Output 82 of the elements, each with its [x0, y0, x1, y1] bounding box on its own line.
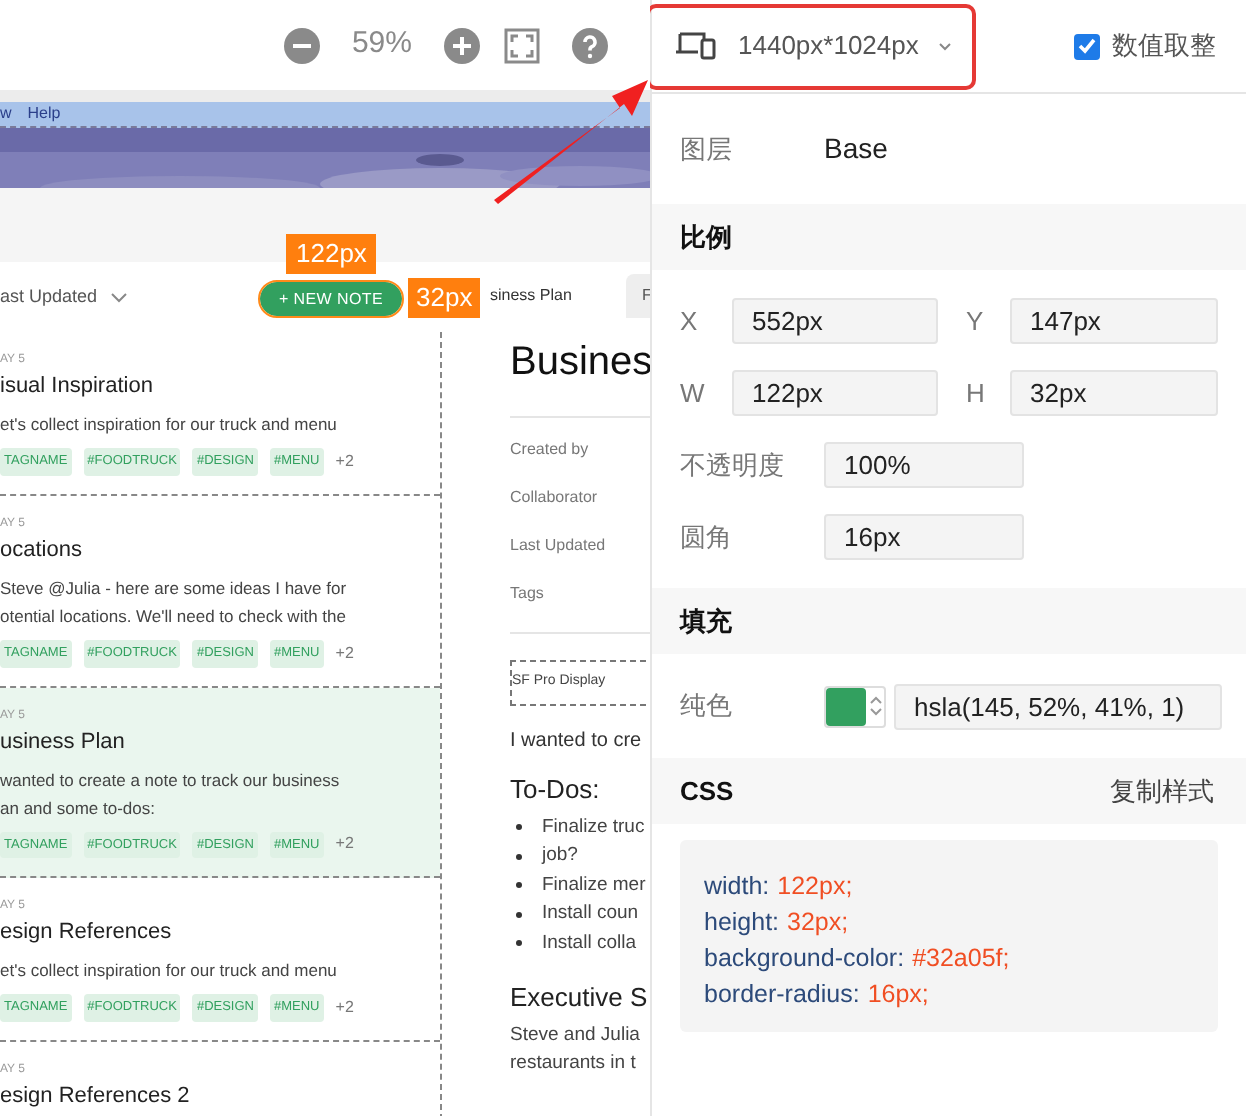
css-value: 16px;: [867, 978, 929, 1012]
bullet-icon: [516, 882, 522, 889]
css-value: 32px;: [787, 906, 849, 940]
more-tags-count: +2: [335, 996, 354, 1021]
section-title: 比例: [680, 219, 732, 256]
note-title: usiness Plan: [0, 727, 127, 757]
number-field[interactable]: 32px: [1010, 370, 1218, 416]
more-tags-count: +2: [335, 449, 354, 474]
help-icon[interactable]: [572, 27, 608, 63]
note-excerpt: et's collect inspiration for our truck and menu: [0, 958, 339, 985]
note-title: esign References 2: [0, 1082, 192, 1112]
field-label: H: [964, 375, 987, 412]
bullet-icon: [516, 940, 522, 947]
chevron-down-icon: [938, 41, 953, 51]
field-label: Created by: [510, 438, 591, 462]
css-property: background-color:: [704, 942, 905, 976]
number-field[interactable]: 122px: [732, 370, 938, 416]
css-value: #32a05f;: [912, 942, 1010, 976]
todo-item: Finalize truc: [542, 813, 645, 842]
todo-item: Install coun: [542, 900, 639, 929]
field-label: 纯色: [680, 688, 734, 725]
field-label: 圆角: [680, 519, 734, 556]
note-excerpt: an and some to-dos:: [0, 795, 157, 821]
chevron-down-icon[interactable]: [109, 291, 128, 303]
css-property: width:: [704, 870, 770, 904]
more-tags-count: +2: [335, 832, 354, 857]
todo-heading: To-Dos:: [510, 772, 602, 808]
note-excerpt: Steve @Julia - here are some ideas I have for: [0, 575, 349, 602]
field-label: Last Updated: [510, 534, 608, 558]
field-label: Collaborator: [510, 486, 600, 510]
menu-item[interactable]: w: [0, 102, 12, 126]
device-size-dropdown[interactable]: 1440px*1024px: [646, 3, 976, 89]
note-text: I wanted to cre: [510, 728, 644, 756]
color-picker[interactable]: [824, 685, 886, 727]
width-label: 122px: [286, 234, 377, 274]
menu-item[interactable]: Help: [27, 102, 61, 126]
field-label: 图层: [680, 131, 734, 168]
note-text: Steve and Julia: [510, 1021, 642, 1049]
zoom-level: 59%: [349, 24, 414, 65]
fullscreen-icon[interactable]: [504, 27, 540, 63]
field-label: 不透明度: [680, 447, 786, 484]
todo-item: Install colla: [542, 929, 636, 958]
more-tags-count: +2: [335, 641, 354, 666]
note-title: isual Inspiration: [0, 372, 155, 402]
todo-item: Finalize mer: [542, 871, 646, 900]
note-excerpt: et's collect inspiration for our truck and menu: [0, 412, 339, 438]
devices-icon: [674, 30, 718, 62]
section-title: CSS: [680, 773, 734, 810]
number-field[interactable]: 100%: [824, 442, 1024, 488]
section-heading: Executive S: [510, 980, 650, 1016]
note-text: restaurants in t: [510, 1049, 638, 1077]
css-value: 122px;: [777, 870, 853, 904]
section-title: 填充: [680, 603, 732, 640]
note-excerpt: otential locations. We'll need to check with the: [0, 603, 348, 630]
bullet-icon: [516, 853, 522, 860]
checkbox-label: 数值取整: [1112, 28, 1216, 65]
field-label: Y: [964, 303, 986, 340]
css-property: height:: [704, 906, 780, 940]
checkbox[interactable]: [1074, 33, 1100, 59]
note-excerpt: wanted to create a note to track our business: [0, 767, 342, 793]
zoom-out-icon[interactable]: [283, 27, 320, 63]
device-size: 1440px*1024px: [738, 28, 919, 65]
note-title: esign References: [0, 918, 174, 949]
color-value-field[interactable]: hsla(145, 52%, 41%, 1): [894, 683, 1222, 729]
todo-item: job?: [542, 842, 578, 871]
number-field[interactable]: 16px: [824, 514, 1024, 560]
field-label: X: [680, 303, 700, 340]
number-field[interactable]: 552px: [732, 298, 938, 344]
layer-name: Base: [824, 130, 888, 168]
field-label: W: [680, 375, 707, 412]
field-label: Tags: [510, 582, 546, 606]
copy-style-button[interactable]: 复制样式: [1110, 771, 1214, 811]
zoom-in-icon[interactable]: [444, 27, 480, 63]
css-property: border-radius:: [704, 978, 860, 1012]
new-note-button[interactable]: + NEW NOTE: [260, 282, 402, 316]
sort-label: ast Updated: [0, 283, 98, 310]
number-field[interactable]: 147px: [1010, 298, 1218, 344]
bullet-icon: [516, 911, 522, 918]
note-title: ocations: [0, 535, 84, 566]
bullet-icon: [516, 824, 522, 831]
height-label: 32px: [408, 278, 481, 318]
stepper-icon: [868, 694, 884, 718]
